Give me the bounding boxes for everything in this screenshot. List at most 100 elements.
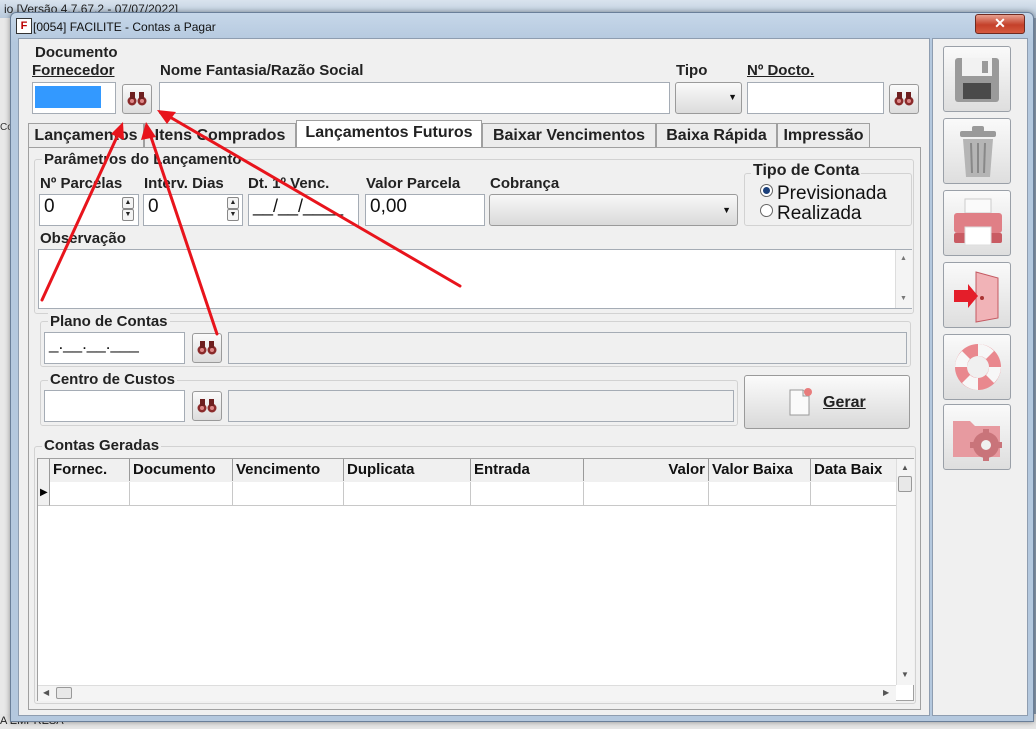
grid-horizontal-scrollbar[interactable]: ◀ ▶: [38, 685, 896, 701]
binoculars-icon: [197, 341, 217, 355]
interv-dias-spinner[interactable]: ▲ ▼: [227, 197, 239, 223]
spin-down-icon[interactable]: ▼: [227, 209, 239, 221]
radio-unchecked-icon[interactable]: [760, 204, 773, 217]
nome-fantasia-input[interactable]: [159, 82, 670, 114]
tipo-select[interactable]: ▼: [675, 82, 742, 114]
observacao-textarea[interactable]: [38, 249, 912, 309]
spin-down-icon[interactable]: ▼: [122, 209, 134, 221]
fornecedor-selection: [35, 86, 101, 108]
gerar-button[interactable]: Gerar: [744, 375, 910, 429]
valor-parcela-label: Valor Parcela: [366, 175, 461, 192]
col-duplicata[interactable]: Duplicata: [344, 459, 471, 481]
search-docto-button[interactable]: [889, 84, 919, 114]
radio-realizada[interactable]: Realizada: [760, 203, 862, 225]
trash-icon: [960, 126, 996, 177]
help-lifebuoy-icon: [955, 344, 1001, 390]
tab-lancamentos[interactable]: Lançamentos: [28, 123, 144, 147]
printer-icon: [954, 198, 1002, 246]
exit-button[interactable]: [943, 262, 1011, 328]
centro-custos-label: Centro de Custos: [48, 371, 178, 388]
settings-button[interactable]: [943, 404, 1011, 470]
tab-baixa-rapida[interactable]: Baixa Rápida: [656, 123, 777, 147]
print-button[interactable]: [943, 190, 1011, 256]
table-cell[interactable]: [130, 482, 233, 506]
gerar-button-label: Gerar: [823, 394, 866, 411]
n-docto-label-text: Nº Docto.: [747, 62, 815, 79]
contas-geradas-title: Contas Geradas: [42, 437, 162, 454]
valor-parcela-input[interactable]: 0,00: [365, 194, 485, 226]
col-valor-baixa[interactable]: Valor Baixa: [709, 459, 811, 481]
fornecedor-label: Fornecedor: [32, 62, 115, 79]
table-cell[interactable]: [811, 482, 896, 506]
n-parcelas-spinner[interactable]: ▲ ▼: [122, 197, 134, 223]
dt-venc-input[interactable]: __/__/____: [248, 194, 359, 226]
tab-baixar-vencimentos[interactable]: Baixar Vencimentos: [482, 123, 656, 147]
spin-up-icon[interactable]: ▲: [122, 197, 134, 209]
centro-custos-input[interactable]: [44, 390, 185, 422]
table-cell[interactable]: [709, 482, 811, 506]
fornecedor-input[interactable]: [32, 82, 116, 114]
close-button[interactable]: ✕: [975, 14, 1025, 34]
radio-previsionada[interactable]: Previsionada: [760, 183, 887, 205]
col-valor[interactable]: Valor: [584, 459, 709, 481]
nome-fantasia-label: Nome Fantasia/Razão Social: [160, 62, 364, 79]
tab-lancamentos-futuros[interactable]: Lançamentos Futuros: [296, 120, 482, 148]
scroll-right-icon[interactable]: ▶: [883, 688, 889, 697]
current-row-arrow-icon: ▶: [40, 487, 48, 498]
search-fornecedor-button[interactable]: [122, 84, 152, 114]
delete-button[interactable]: [943, 118, 1011, 184]
table-cell[interactable]: [584, 482, 709, 506]
exit-door-icon: [954, 271, 999, 323]
n-parcelas-value: 0: [44, 196, 55, 217]
col-data-baixa[interactable]: Data Baix: [811, 459, 896, 481]
table-cell[interactable]: [471, 482, 584, 506]
plano-contas-description: [228, 332, 907, 364]
plano-contas-label: Plano de Contas: [48, 313, 170, 330]
grid-vertical-scrollbar[interactable]: ▲ ▼: [896, 459, 914, 685]
save-button[interactable]: [943, 46, 1011, 112]
n-docto-input[interactable]: [747, 82, 884, 114]
radio-checked-icon[interactable]: [760, 184, 773, 197]
cobranca-label: Cobrança: [490, 175, 560, 192]
scroll-thumb[interactable]: [898, 476, 912, 492]
scroll-thumb[interactable]: [56, 687, 72, 699]
binoculars-icon: [197, 399, 217, 413]
tab-itens-comprados[interactable]: Itens Comprados: [144, 123, 296, 147]
scroll-left-icon[interactable]: ◀: [43, 688, 49, 697]
chevron-down-icon: ▼: [728, 92, 737, 102]
col-vencimento[interactable]: Vencimento: [233, 459, 344, 481]
row-indicator: ▶: [38, 482, 50, 506]
tab-impressao[interactable]: Impressão: [777, 123, 870, 147]
scroll-up-icon[interactable]: ▲: [900, 255, 907, 262]
spin-up-icon[interactable]: ▲: [227, 197, 239, 209]
search-centro-custos-button[interactable]: [192, 391, 222, 421]
col-documento[interactable]: Documento: [130, 459, 233, 481]
table-cell[interactable]: [344, 482, 471, 506]
col-fornec[interactable]: Fornec.: [50, 459, 130, 481]
settings-folder-icon: [953, 421, 1002, 461]
documento-label: Documento: [35, 44, 118, 61]
binoculars-icon: [894, 92, 914, 106]
scroll-down-icon[interactable]: ▼: [901, 670, 909, 679]
n-docto-label: Nº Docto.: [747, 62, 814, 79]
grid-indicator-header: [38, 459, 50, 482]
interv-dias-label: Interv. Dias: [144, 175, 224, 192]
centro-custos-description: [228, 390, 734, 422]
help-button[interactable]: [943, 334, 1011, 400]
tipo-label: Tipo: [676, 62, 708, 79]
tipo-conta-title: Tipo de Conta: [751, 162, 862, 180]
search-plano-contas-button[interactable]: [192, 333, 222, 363]
observacao-label: Observação: [40, 230, 126, 247]
table-cell[interactable]: [50, 482, 130, 506]
observacao-scrollbar[interactable]: ▲ ▼: [895, 250, 912, 308]
table-cell[interactable]: [233, 482, 344, 506]
col-entrada[interactable]: Entrada: [471, 459, 584, 481]
radio-realizada-label: Realizada: [777, 203, 862, 224]
chevron-down-icon: ▼: [722, 205, 731, 215]
plano-contas-input[interactable]: _.__.__.___: [44, 332, 185, 364]
scroll-down-icon[interactable]: ▼: [900, 295, 907, 302]
window-title: [0054] FACILITE - Contas a Pagar: [33, 20, 216, 34]
n-parcelas-label: Nº Parcelas: [40, 175, 123, 192]
cobranca-select[interactable]: ▼: [489, 194, 738, 226]
scroll-up-icon[interactable]: ▲: [901, 463, 909, 472]
